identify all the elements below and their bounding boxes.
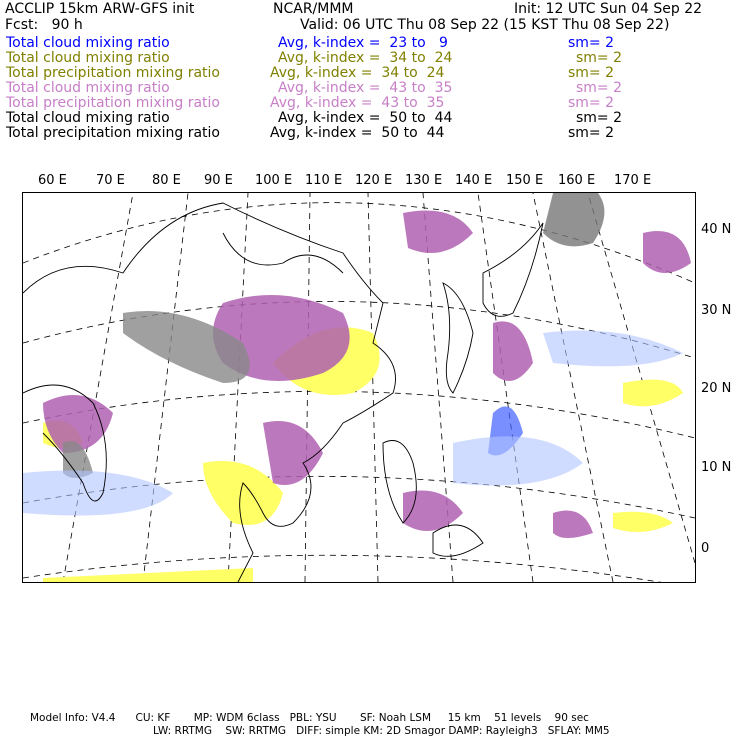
plot-title: ACCLIP 15km ARW-GFS init [5,1,195,17]
field-name: Total cloud mixing ratio [6,80,170,96]
field-name: Total cloud mixing ratio [6,110,170,126]
lat-label: 10 N [701,460,732,475]
field-name: Total precipitation mixing ratio [6,95,220,111]
model-info-line2: LW: RRTMG SW: RRTMG DIFF: simple KM: 2D … [153,725,610,737]
map-panel [22,192,696,589]
field-sm: sm= 2 [576,110,623,126]
field-avg: Avg, k-index = 50 to 44 [270,125,445,141]
field-name: Total precipitation mixing ratio [6,65,220,81]
lon-label: 120 E [355,173,393,188]
lon-label: 90 E [204,173,233,188]
lon-label: 80 E [152,173,181,188]
lon-label: 110 E [305,173,343,188]
coastlines [22,202,544,583]
forecast-hour: Fcst: 90 h [5,17,83,33]
valid-time: Valid: 06 UTC Thu 08 Sep 22 (15 KST Thu … [300,17,670,33]
lat-label: 30 N [701,303,732,318]
field-sm: sm= 2 [568,125,615,141]
field-sm: sm= 2 [576,50,623,66]
lon-label: 100 E [255,173,293,188]
lat-label: 40 N [701,222,732,237]
weather-plot: ACCLIP 15km ARW-GFS init NCAR/MMM Init: … [0,0,740,740]
field-name: Total cloud mixing ratio [6,50,170,66]
lon-label: 150 E [506,173,544,188]
org-label: NCAR/MMM [273,1,354,17]
lat-label: 20 N [701,381,732,396]
field-sm: sm= 2 [576,80,623,96]
lon-label: 140 E [455,173,493,188]
map-canvas [22,192,696,589]
field-avg: Avg, k-index = 34 to 24 [270,65,445,81]
lon-label: 160 E [558,173,596,188]
field-avg: Avg, k-index = 34 to 24 [278,50,453,66]
field-name: Total precipitation mixing ratio [6,125,220,141]
field-avg: Avg, k-index = 43 to 35 [270,95,445,111]
field-name: Total cloud mixing ratio [6,35,170,51]
field-avg: Avg, k-index = 43 to 35 [278,80,453,96]
field-avg: Avg, k-index = 50 to 44 [278,110,453,126]
field-avg: Avg, k-index = 23 to 9 [278,35,448,51]
init-time: Init: 12 UTC Sun 04 Sep 22 [514,1,703,17]
field-sm: sm= 2 [568,35,615,51]
field-sm: sm= 2 [568,95,615,111]
lon-label: 130 E [405,173,443,188]
lon-label: 170 E [614,173,652,188]
field-sm: sm= 2 [568,65,615,81]
precip-shading [23,193,691,582]
lat-label: 0 [701,541,710,556]
lon-label: 70 E [96,173,125,188]
lon-label: 60 E [38,173,67,188]
